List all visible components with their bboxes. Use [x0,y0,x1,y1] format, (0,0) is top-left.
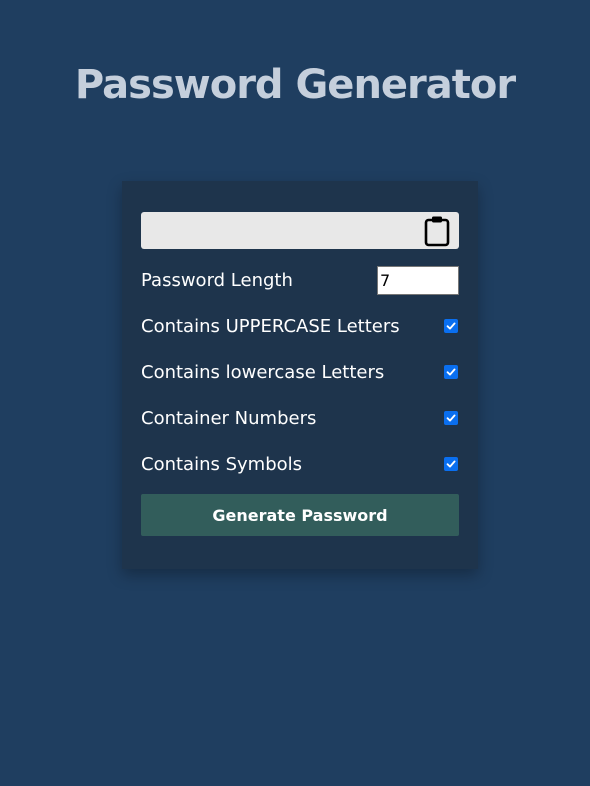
clipboard-icon [424,216,450,247]
numbers-checkbox[interactable] [444,411,458,425]
length-label: Password Length [141,270,293,291]
copy-to-clipboard-button[interactable] [423,215,451,247]
page-title: Password Generator [74,62,516,108]
symbols-label: Contains Symbols [141,454,303,475]
lowercase-label: Contains lowercase Letters [141,362,385,383]
numbers-label: Container Numbers [141,408,317,429]
setting-symbols: Contains Symbols [141,450,459,480]
lowercase-checkbox[interactable] [444,365,458,379]
generator-card: Password Length Contains UPPERCASE Lette… [122,181,478,569]
setting-uppercase: Contains UPPERCASE Letters [141,312,459,342]
checkmark-icon [446,368,456,376]
checkmark-icon [446,460,456,468]
symbols-checkbox[interactable] [444,457,458,471]
setting-numbers: Container Numbers [141,404,459,434]
generate-password-button[interactable]: Generate Password [141,494,459,536]
checkmark-icon [446,322,456,330]
length-input[interactable] [377,266,459,295]
checkmark-icon [446,414,456,422]
uppercase-checkbox[interactable] [444,319,458,333]
password-result-box [141,212,459,249]
setting-lowercase: Contains lowercase Letters [141,358,459,388]
setting-length: Password Length [141,266,459,296]
uppercase-label: Contains UPPERCASE Letters [141,316,400,337]
